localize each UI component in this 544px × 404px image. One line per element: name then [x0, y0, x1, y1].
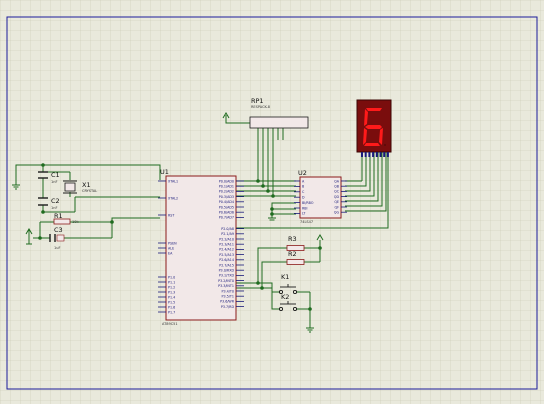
pin-label: XTAL1	[168, 179, 178, 183]
pin-label: P1.6	[168, 305, 175, 309]
x1-part: CRYSTAL	[82, 189, 97, 193]
r1-value: 10k	[72, 220, 79, 224]
pin-label: QB	[334, 185, 340, 189]
display-pin	[364, 152, 367, 157]
pin-label: P0.6/AD6	[219, 211, 234, 215]
c1-ref: C1	[51, 171, 60, 179]
pin-label: PSEN	[168, 241, 177, 245]
r3-ref: R3	[288, 235, 297, 243]
pin-label: P3.3/INT1	[218, 284, 234, 288]
k1-ref: K1	[281, 273, 289, 281]
chip-u1[interactable]: U1 AT89C51 XTAL1XTAL2RSTPSENALEEAP1.0P1.…	[158, 168, 244, 326]
pin-label: P0.1/AD1	[219, 185, 234, 189]
u1-ref: U1	[160, 168, 169, 176]
schematic-canvas[interactable]: C1 1nF C2 1nF X1 CRYSTAL R1 10k C3 1uF U…	[0, 0, 544, 404]
c3-ref: C3	[54, 226, 63, 234]
c2-ref: C2	[51, 197, 60, 205]
display-pin	[386, 152, 389, 157]
pin-label: QC	[334, 190, 340, 194]
pin-label: P3.7/RD	[221, 305, 235, 309]
chip-u2[interactable]: U2 74LS47 ABCDBI/RBORBILT QAQBQCQDQEQFQG	[294, 169, 347, 224]
pin-label: P1.0	[168, 275, 175, 279]
pin-label: P1.4	[168, 295, 175, 299]
seven-segment-display[interactable]	[356, 99, 392, 157]
pin-label: BI/RBO	[302, 201, 314, 205]
display-pin	[379, 152, 382, 157]
pin-label: P2.4/A12	[219, 248, 234, 252]
display-pin	[383, 152, 386, 157]
r1-ref: R1	[54, 212, 63, 220]
pin-label: EA	[168, 251, 173, 255]
pin-label: P0.7/AD7	[219, 216, 234, 220]
r2-ref: R2	[288, 250, 297, 258]
pin-label: P0.2/AD2	[219, 190, 234, 194]
pin-label: P2.6/A14	[219, 258, 234, 262]
pin-label: P1.7	[168, 310, 175, 314]
pin-label: P1.3	[168, 290, 175, 294]
pin-label: P0.4/AD4	[219, 200, 234, 204]
pin-label: ALE	[168, 246, 174, 250]
pin-label: QA	[334, 179, 340, 183]
pin-label: P3.6/WR	[220, 300, 235, 304]
display-pin	[361, 152, 363, 157]
display-decimal-point	[384, 144, 386, 146]
u1-part: AT89C51	[162, 322, 178, 326]
pin-label: QF	[335, 205, 340, 209]
pin-label: P2.2/A10	[219, 237, 234, 241]
display-pin	[375, 152, 378, 157]
pin-label: P3.0/RXD	[219, 269, 235, 273]
pin-label: P2.5/A13	[219, 253, 234, 257]
pin-label: RBI	[302, 206, 308, 210]
pin-label: P2.3/A11	[219, 243, 234, 247]
pin-label: RST	[168, 213, 175, 217]
rp1-ref: RP1	[251, 97, 264, 105]
pin-label: P1.1	[168, 280, 175, 284]
k2-ref: K2	[281, 293, 289, 301]
pin-label: P2.7/A15	[219, 263, 234, 267]
c2-value: 1nF	[51, 206, 57, 210]
pin-label: P0.3/AD3	[219, 195, 234, 199]
pin-label: QD	[334, 195, 340, 199]
u2-ref: U2	[298, 169, 307, 177]
pin-label: XTAL2	[168, 196, 178, 200]
pin-label: P0.0/AD0	[219, 179, 234, 183]
display-pin	[372, 152, 375, 157]
pin-label: QG	[334, 211, 340, 215]
pin-label: P1.5	[168, 300, 175, 304]
u2-part: 74LS47	[300, 220, 313, 224]
pin-label: P3.5/T1	[222, 295, 234, 299]
pin-label: P3.1/TXD	[219, 274, 235, 278]
pin-label: P2.0/A8	[221, 227, 234, 231]
c3-value: 1uF	[54, 246, 60, 250]
display-pin	[368, 152, 371, 157]
rp1-part: RESPACK-8	[251, 105, 270, 109]
pin-label: QE	[334, 200, 339, 204]
x1-ref: X1	[82, 181, 91, 189]
pin-label: P0.5/AD5	[219, 205, 234, 209]
c1-value: 1nF	[51, 180, 57, 184]
pin-label: P2.1/A9	[221, 232, 234, 236]
pin-label: P1.2	[168, 285, 175, 289]
pin-label: P3.4/T0	[222, 289, 234, 293]
pin-label: P3.2/INT0	[218, 279, 234, 283]
